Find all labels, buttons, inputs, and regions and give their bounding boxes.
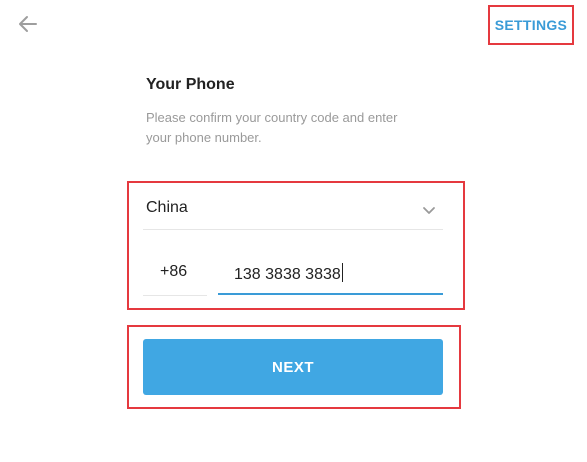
chevron-down-icon	[423, 207, 435, 214]
back-button[interactable]	[14, 10, 42, 38]
country-value: China	[146, 199, 188, 216]
phone-number-input[interactable]: 138 3838 3838	[218, 257, 443, 295]
text-caret	[341, 263, 343, 282]
next-button[interactable]: NEXT	[143, 339, 443, 395]
arrow-left-icon	[19, 16, 37, 32]
country-code-input[interactable]: +86	[143, 257, 207, 296]
phone-number-text: 138 3838 3838	[234, 266, 341, 283]
page-title: Your Phone	[146, 76, 235, 93]
settings-highlight-box: SETTINGS	[488, 5, 574, 45]
page-description: Please confirm your country code and ent…	[146, 110, 398, 145]
phone-login-page: SETTINGS Your Phone Please confirm your …	[0, 0, 587, 462]
phone-number-value: 138 3838 3838	[234, 263, 343, 284]
country-code-value: +86	[160, 263, 188, 280]
country-select[interactable]: China	[143, 192, 443, 230]
settings-button[interactable]: SETTINGS	[490, 7, 572, 43]
